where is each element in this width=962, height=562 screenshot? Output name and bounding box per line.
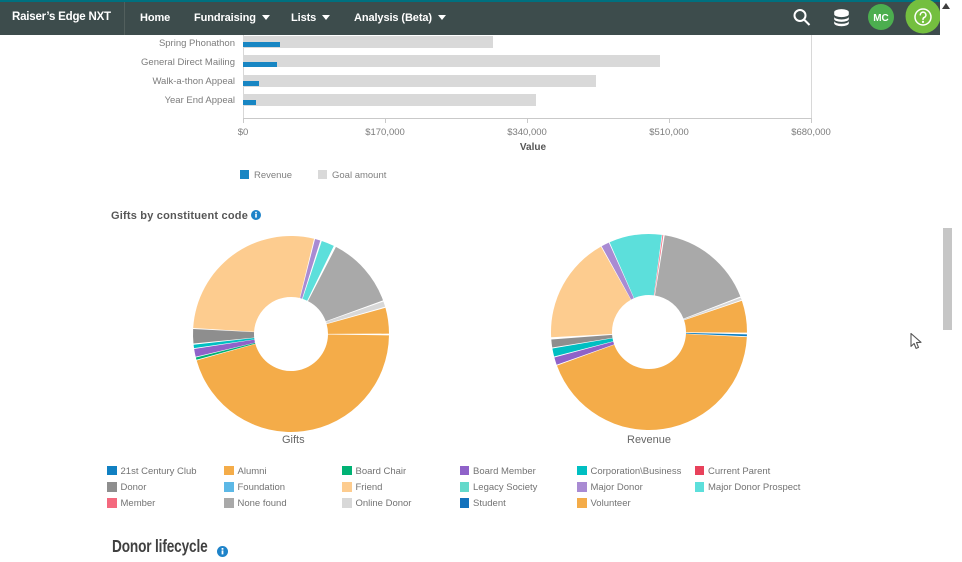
svg-text:MC: MC (873, 13, 889, 24)
